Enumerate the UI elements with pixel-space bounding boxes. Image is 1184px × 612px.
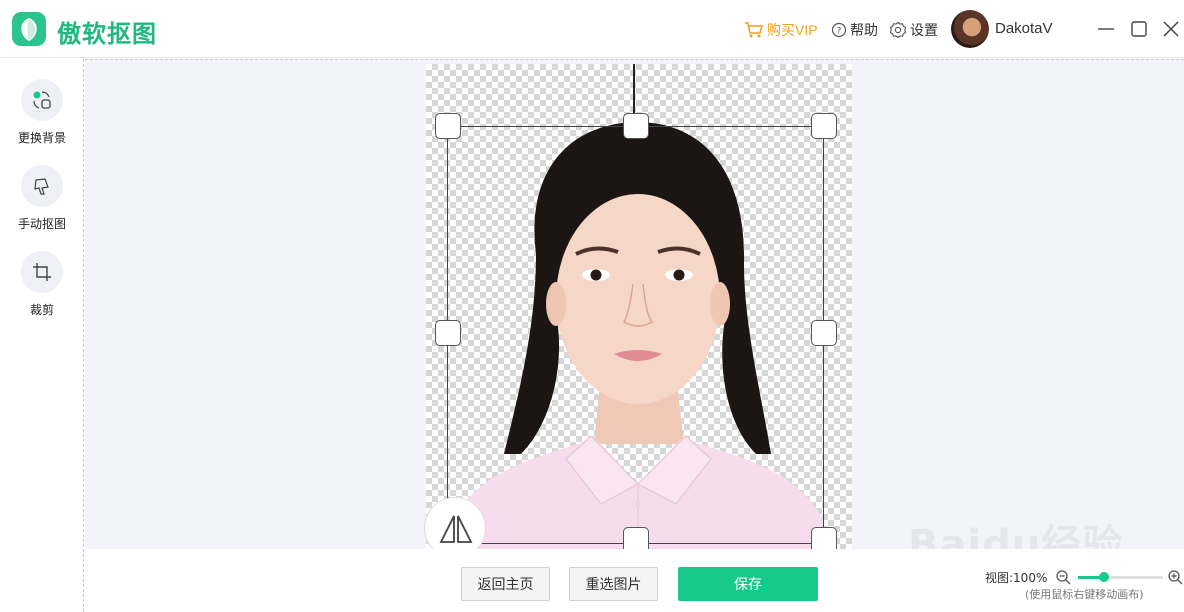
help-icon: ? [831, 22, 847, 38]
swap-background-icon [21, 79, 63, 121]
manual-cutout-icon [21, 165, 63, 207]
bottom-toolbar: 返回主页 重选图片 保存 视图:100% (使用鼠标右键移动画布) [85, 549, 1184, 612]
crop-handle-top-right[interactable] [811, 113, 837, 139]
zoom-slider-knob[interactable] [1098, 572, 1109, 582]
crop-icon [21, 251, 63, 293]
help-button[interactable]: ? 帮助 [831, 20, 878, 40]
flip-horizontal-icon [439, 515, 473, 543]
crop-handle-right[interactable] [811, 320, 837, 346]
sidebar-item-manual-cutout[interactable]: 手动抠图 [0, 165, 84, 232]
settings-label: 设置 [910, 22, 938, 38]
crop-handle-bottom-right[interactable] [811, 527, 837, 549]
zoom-slider[interactable] [1078, 572, 1163, 582]
buy-vip-label: 购买VIP [767, 22, 818, 38]
zoom-out-icon[interactable] [1055, 569, 1071, 585]
sidebar-item-change-background[interactable]: 更换背景 [0, 79, 84, 146]
sidebar: 更换背景 手动抠图 裁剪 [0, 59, 84, 612]
sidebar-item-label: 手动抠图 [17, 217, 66, 231]
crop-handle-top-left[interactable] [435, 113, 461, 139]
save-button[interactable]: 保存 [678, 567, 818, 601]
reselect-image-button[interactable]: 重选图片 [569, 567, 658, 601]
minimize-icon[interactable] [1095, 18, 1117, 40]
app-title: 傲软抠图 [57, 20, 157, 48]
help-label: 帮助 [850, 22, 878, 38]
back-home-button[interactable]: 返回主页 [461, 567, 550, 601]
zoom-level-label: 视图:100% [985, 571, 1048, 585]
title-bar: 傲软抠图 购买VIP ? 帮助 设置 DakotaV [0, 0, 1184, 58]
app-logo-icon [12, 12, 46, 46]
sidebar-item-label: 更换背景 [17, 131, 66, 145]
close-icon[interactable] [1160, 18, 1182, 40]
avatar[interactable] [951, 10, 989, 48]
crop-handle-top[interactable] [623, 113, 649, 139]
zoom-in-icon[interactable] [1167, 569, 1183, 585]
sidebar-item-label: 裁剪 [29, 303, 54, 317]
crop-handle-left[interactable] [435, 320, 461, 346]
maximize-icon[interactable] [1128, 18, 1150, 40]
username[interactable]: DakotaV [995, 20, 1053, 37]
buy-vip-button[interactable]: 购买VIP [744, 20, 818, 40]
zoom-hint: (使用鼠标右键移动画布) [1025, 588, 1144, 601]
sidebar-item-crop[interactable]: 裁剪 [0, 251, 84, 318]
cart-icon [745, 22, 764, 38]
crop-handle-bottom[interactable] [623, 527, 649, 549]
settings-button[interactable]: 设置 [889, 20, 938, 40]
gear-icon [889, 21, 907, 39]
canvas-workspace[interactable] [85, 59, 1184, 549]
svg-text:?: ? [837, 27, 842, 37]
